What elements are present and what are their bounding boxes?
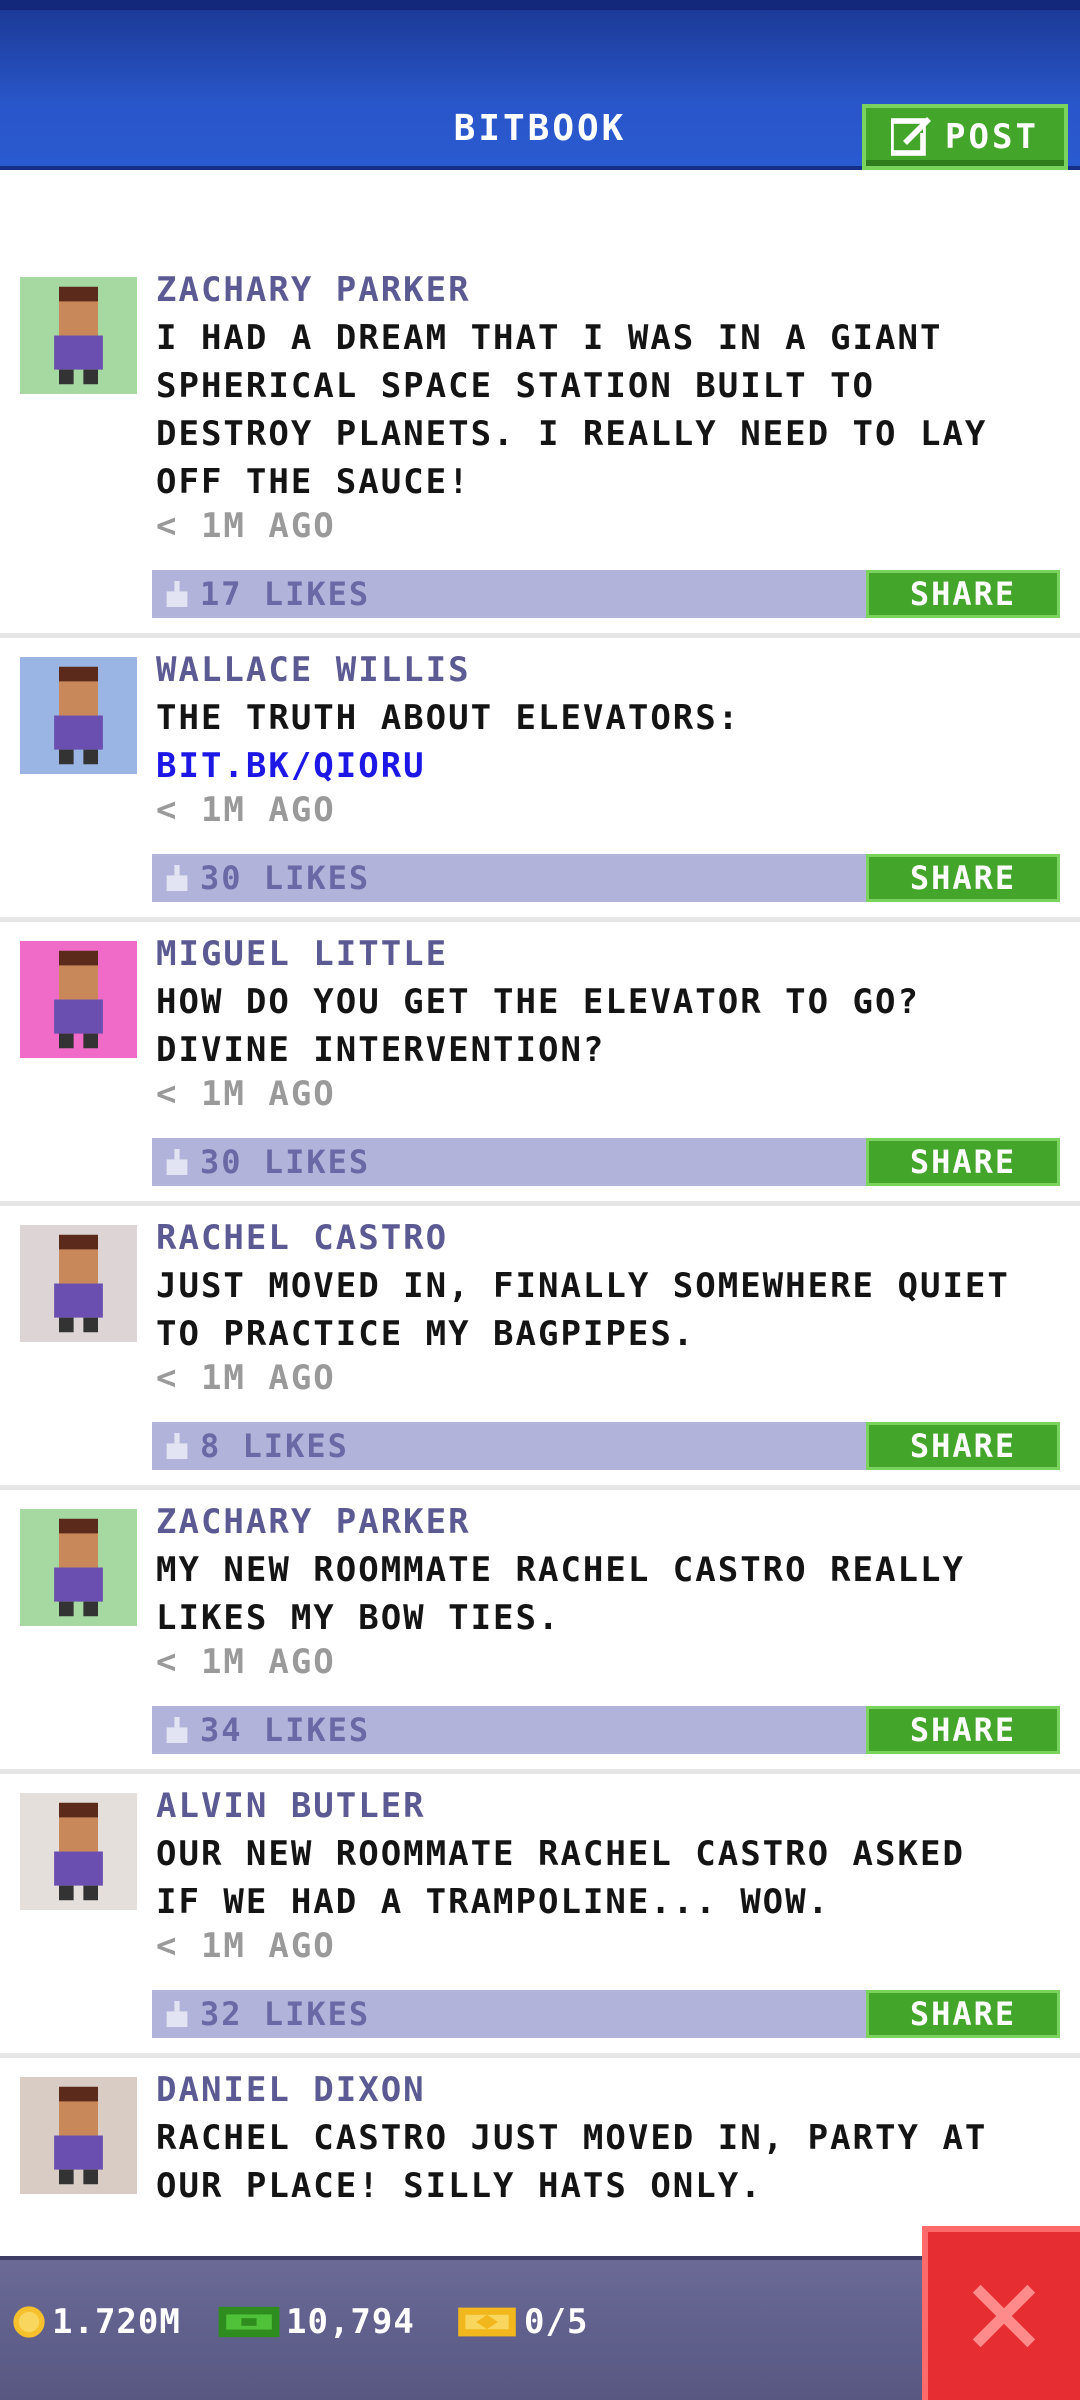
feed-post: ALVIN BUTLER OUR NEW ROOMMATE RACHEL CAST… (0, 1774, 1080, 2058)
post-text-line: DESTROY PLANETS. I REALLY NEED TO LAY (156, 414, 988, 454)
post-text-line: SPHERICAL SPACE STATION BUILT TO (156, 366, 876, 406)
feed-post: RACHEL CASTRO JUST MOVED IN, FINALLY SOME… (0, 1206, 1080, 1490)
post-timestamp: < 1M AGO (156, 1074, 336, 1114)
avatar[interactable] (20, 941, 137, 1058)
post-body: JUST MOVED IN, FINALLY SOMEWHERE QUIET TO… (156, 1262, 1056, 1358)
like-bar[interactable]: 30 LIKES SHARE (152, 1138, 1060, 1186)
avatar-figure-icon (54, 666, 103, 765)
ticket-icon (458, 2307, 516, 2337)
post-button[interactable]: POST (862, 104, 1068, 170)
feed-post: WALLACE WILLIS THE TRUTH ABOUT ELEVATORS:… (0, 638, 1080, 922)
close-icon (972, 2284, 1036, 2348)
thumbs-up-icon (166, 1433, 188, 1459)
close-button[interactable] (922, 2226, 1080, 2400)
like-bar[interactable]: 8 LIKES SHARE (152, 1422, 1060, 1470)
tickets-stat: 0/5 (456, 2302, 588, 2342)
post-text-line: TO PRACTICE MY BAGPIPES. (156, 1314, 696, 1354)
post-author[interactable]: RACHEL CASTRO (156, 1218, 448, 1258)
bux-icon (218, 2306, 280, 2338)
post-text-line: DIVINE INTERVENTION? (156, 1030, 606, 1070)
post-author[interactable]: DANIEL DIXON (156, 2070, 426, 2110)
top-bar: BITBOOK POST (0, 0, 1080, 170)
thumbs-up-icon (166, 865, 188, 891)
bux-value: 10,794 (286, 2302, 415, 2342)
avatar-figure-icon (54, 286, 103, 385)
post-text-line: IF WE HAD A TRAMPOLINE... WOW. (156, 1882, 831, 1922)
likes-count: 17 LIKES (200, 575, 371, 613)
feed-post: ZACHARY PARKER I HAD A DREAM THAT I WAS I… (0, 258, 1080, 638)
feed-list[interactable]: ZACHARY PARKER I HAD A DREAM THAT I WAS I… (0, 258, 1080, 2256)
like-bar[interactable]: 34 LIKES SHARE (152, 1706, 1060, 1754)
feed-post: DANIEL DIXON RACHEL CASTRO JUST MOVED IN,… (0, 2058, 1080, 2256)
post-body: I HAD A DREAM THAT I WAS IN A GIANT SPHER… (156, 314, 1056, 506)
avatar[interactable] (20, 1793, 137, 1910)
coins-stat: 1.720M (12, 2302, 181, 2342)
post-timestamp: < 1M AGO (156, 1358, 336, 1398)
post-text-line: JUST MOVED IN, FINALLY SOMEWHERE QUIET (156, 1266, 1010, 1306)
share-button[interactable]: SHARE (866, 854, 1060, 902)
share-button[interactable]: SHARE (866, 1706, 1060, 1754)
like-bar[interactable]: 32 LIKES SHARE (152, 1990, 1060, 2038)
coins-value: 1.720M (52, 2302, 181, 2342)
post-timestamp: < 1M AGO (156, 506, 336, 546)
likes-count: 8 LIKES (200, 1427, 349, 1465)
post-author[interactable]: MIGUEL LITTLE (156, 934, 448, 974)
post-text-line: MY NEW ROOMMATE RACHEL CASTRO REALLY (156, 1550, 965, 1590)
likes-count: 34 LIKES (200, 1711, 371, 1749)
post-link[interactable]: BIT.BK/QIORU (156, 742, 1056, 790)
avatar-figure-icon (54, 1234, 103, 1333)
post-text-line: LIKES MY BOW TIES. (156, 1598, 561, 1638)
likes-count: 32 LIKES (200, 1995, 371, 2033)
post-body: MY NEW ROOMMATE RACHEL CASTRO REALLY LIKE… (156, 1546, 1056, 1642)
post-body: RACHEL CASTRO JUST MOVED IN, PARTY AT OUR… (156, 2114, 1056, 2210)
avatar[interactable] (20, 1225, 137, 1342)
post-body: HOW DO YOU GET THE ELEVATOR TO GO? DIVINE… (156, 978, 1056, 1074)
avatar[interactable] (20, 1509, 137, 1626)
thumbs-up-icon (166, 2001, 188, 2027)
post-timestamp: < 1M AGO (156, 1926, 336, 1966)
post-button-label: POST (945, 117, 1039, 157)
post-text-line: THE TRUTH ABOUT ELEVATORS: (156, 698, 741, 738)
post-body: OUR NEW ROOMMATE RACHEL CASTRO ASKED IF W… (156, 1830, 1056, 1926)
avatar[interactable] (20, 2077, 137, 2194)
avatar[interactable] (20, 277, 137, 394)
tickets-value: 0/5 (524, 2302, 589, 2342)
post-text-line: RACHEL CASTRO JUST MOVED IN, PARTY AT (156, 2118, 988, 2158)
like-bar[interactable]: 17 LIKES SHARE (152, 570, 1060, 618)
avatar-figure-icon (54, 2086, 103, 2185)
share-button[interactable]: SHARE (866, 1422, 1060, 1470)
avatar[interactable] (20, 657, 137, 774)
post-text-line: HOW DO YOU GET THE ELEVATOR TO GO? (156, 982, 920, 1022)
compose-icon (891, 117, 932, 156)
post-text-line: OUR NEW ROOMMATE RACHEL CASTRO ASKED (156, 1834, 965, 1874)
likes-count: 30 LIKES (200, 1143, 371, 1181)
post-text-line: OFF THE SAUCE! (156, 462, 471, 502)
post-timestamp: < 1M AGO (156, 790, 336, 830)
post-author[interactable]: ALVIN BUTLER (156, 1786, 426, 1826)
like-bar[interactable]: 30 LIKES SHARE (152, 854, 1060, 902)
post-timestamp: < 1M AGO (156, 1642, 336, 1682)
avatar-figure-icon (54, 1518, 103, 1617)
feed-post: MIGUEL LITTLE HOW DO YOU GET THE ELEVATOR… (0, 922, 1080, 1206)
coin-icon (13, 2306, 45, 2338)
post-author[interactable]: ZACHARY PARKER (156, 270, 471, 310)
avatar-figure-icon (54, 950, 103, 1049)
post-author[interactable]: ZACHARY PARKER (156, 1502, 471, 1542)
post-author[interactable]: WALLACE WILLIS (156, 650, 471, 690)
thumbs-up-icon (166, 1717, 188, 1743)
post-text-line: OUR PLACE! SILLY HATS ONLY. (156, 2166, 763, 2206)
share-button[interactable]: SHARE (866, 570, 1060, 618)
bottom-status-bar: 1.720M 10,794 0/5 (0, 2256, 1080, 2400)
avatar-figure-icon (54, 1802, 103, 1901)
thumbs-up-icon (166, 581, 188, 607)
feed-post: ZACHARY PARKER MY NEW ROOMMATE RACHEL CAS… (0, 1490, 1080, 1774)
share-button[interactable]: SHARE (866, 1990, 1060, 2038)
post-text-line: I HAD A DREAM THAT I WAS IN A GIANT (156, 318, 943, 358)
likes-count: 30 LIKES (200, 859, 371, 897)
share-button[interactable]: SHARE (866, 1138, 1060, 1186)
thumbs-up-icon (166, 1149, 188, 1175)
bux-stat: 10,794 (218, 2302, 415, 2342)
post-body: THE TRUTH ABOUT ELEVATORS: BIT.BK/QIORU (156, 694, 1056, 790)
